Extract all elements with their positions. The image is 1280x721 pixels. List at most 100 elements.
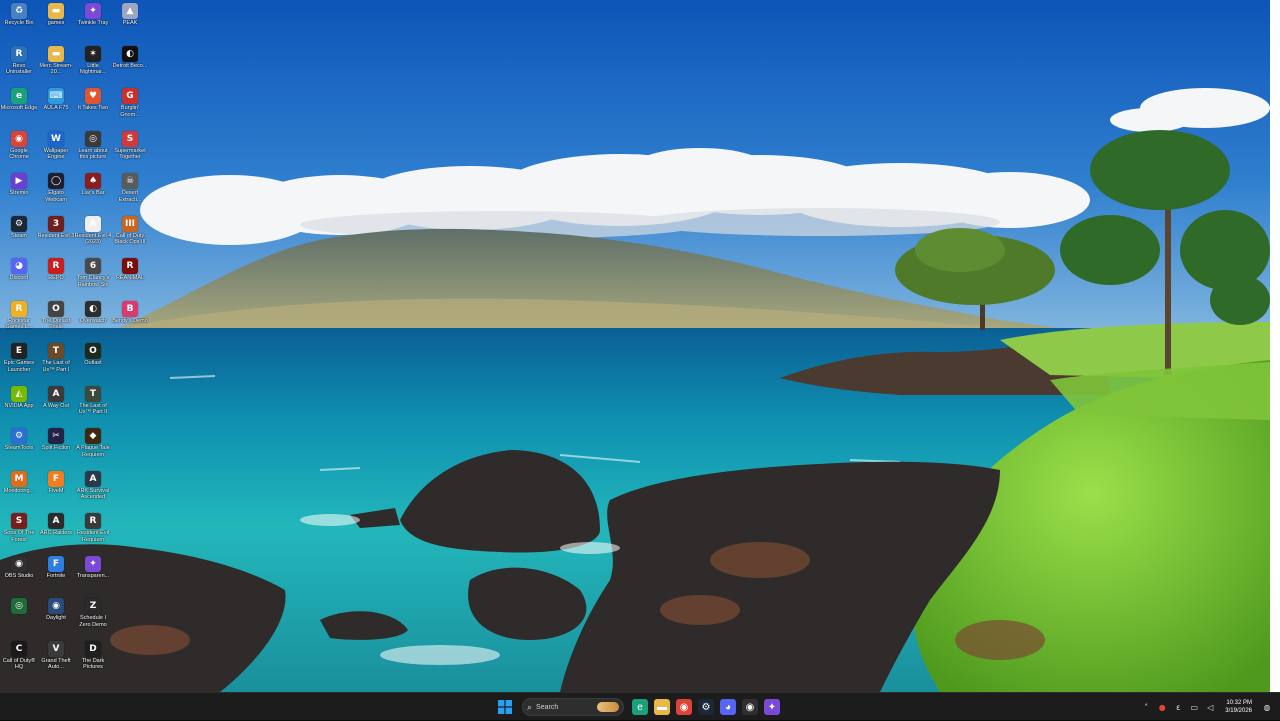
desktop-icon[interactable]: ✦ Transparen... <box>74 553 112 595</box>
elgato-webcam-icon: ◯ <box>48 173 64 189</box>
desktop-icon[interactable]: ♥ It Takes Two <box>74 85 112 127</box>
desktop-icon[interactable]: ◐ Detroit Beco... <box>111 43 149 85</box>
desktop-icon[interactable]: ◯ Elgato Webcam <box>37 170 75 212</box>
desktop-icon[interactable]: ◐ Overwatch <box>74 298 112 340</box>
taskbar-edge-icon[interactable]: e <box>632 699 648 715</box>
desktop-icon[interactable]: C Call of Duty® HQ <box>0 638 38 680</box>
clock-time: 10:32 PM <box>1226 700 1252 706</box>
desktop-icon-label: OBS Studio <box>4 572 34 579</box>
desktop-icon[interactable]: ♠ Liar's Bar <box>74 170 112 212</box>
desktop-icon[interactable]: III Call of Duty Black Ops III <box>111 213 149 255</box>
rockstar-icon: R <box>11 300 27 317</box>
desktop-icon[interactable]: S Sons Of The Forest <box>0 510 38 552</box>
desktop-icon[interactable]: T The Last of Us™ Part II <box>74 383 112 425</box>
desktop-icon[interactable]: ⚙ Steam <box>0 213 38 255</box>
resident-evil-requiem-icon: R <box>85 513 101 529</box>
desktop-icon-label: Resident Evil 4 (2023) <box>74 232 112 246</box>
desktop-icon[interactable]: T The Last of Us™ Part I <box>37 340 75 382</box>
desktop-icon[interactable]: G Burglin' Gnom... <box>111 85 149 127</box>
notification-bell-icon[interactable]: ◍ <box>1262 703 1272 712</box>
desktop-icon[interactable]: AA Way Out <box>37 383 75 425</box>
reanimal-icon: R <box>122 258 138 274</box>
desktop-icon[interactable]: ☠ Desert Extracti... <box>111 170 149 212</box>
desktop-icon[interactable]: 6 Tom Clancy's Rainbow Six <box>74 255 112 297</box>
desktop-icon[interactable]: A ARK Survival Ascended <box>74 468 112 510</box>
desktop-icon[interactable]: ◭ NVIDIA App <box>0 383 38 425</box>
desktop-icon-label: A Plague Tale Requiem <box>76 445 110 458</box>
desktop-icon-label: Call of Duty® HQ <box>2 657 36 671</box>
desktop-icon[interactable]: R REANIMAL <box>111 255 149 297</box>
desktop-icon[interactable]: ▶ Stremio <box>0 170 38 212</box>
desktop-icon[interactable]: ◕ Discord <box>0 255 38 297</box>
rainbow-six-icon: 6 <box>85 258 101 274</box>
desktop-icon[interactable]: ⚙ SteamTools <box>0 425 38 467</box>
desktop-icon[interactable]: ⌨ AULA F75 <box>37 85 75 127</box>
desktop-icon-label: Wallpaper Engine <box>43 147 69 161</box>
cod-bo3-icon: III <box>122 215 138 232</box>
desktop-icon[interactable]: ✂ Split Fiction <box>37 425 75 467</box>
start-button[interactable] <box>496 699 514 715</box>
desktop-icon[interactable]: ◉ Google Chrome <box>0 128 38 170</box>
desktop-icon[interactable]: B Bendy's Demo <box>111 298 149 340</box>
stremio-icon: ▶ <box>11 173 27 189</box>
desktop-icon[interactable]: ▲ PEAK <box>111 0 149 42</box>
learn-picture-icon: ◎ <box>85 130 101 147</box>
desktop-icon[interactable]: E Epic Games Launcher <box>0 340 38 382</box>
taskbar-steam-icon[interactable]: ⚙ <box>698 699 714 715</box>
desktop-icon[interactable]: 3 Resident Evil 3 <box>37 213 75 255</box>
language-icon[interactable]: ε <box>1173 703 1183 712</box>
taskbar-search-box[interactable]: ⌕ Search <box>522 698 624 716</box>
detroit-icon: ◐ <box>122 45 138 62</box>
desktop-icon[interactable]: ◎ <box>0 595 38 637</box>
search-placeholder: Search <box>536 703 559 711</box>
taskbar-chrome-icon[interactable]: ◉ <box>676 699 692 715</box>
desktop-icon[interactable]: ◉ Daylight <box>37 595 75 637</box>
desktop-icon-label: Learn about this picture <box>78 147 108 161</box>
desktop-icon[interactable]: F Fortnite <box>37 553 75 595</box>
cod-hq-icon: C <box>11 640 27 657</box>
desktop-icon[interactable]: V Grand Theft Auto... <box>37 638 75 680</box>
clock[interactable]: 10:32 PM 3/19/2026 <box>1225 699 1252 715</box>
taskbar-twinkle-tray-icon[interactable]: ✦ <box>764 699 780 715</box>
microphone-icon[interactable]: ● <box>1157 703 1167 712</box>
desktop-icon[interactable]: M Monitoring... <box>0 468 38 510</box>
taskbar-obs-icon[interactable]: ◉ <box>742 699 758 715</box>
desktop-icon[interactable]: W Wallpaper Engine <box>37 128 75 170</box>
desktop-icon[interactable]: ◎ Learn about this picture <box>74 128 112 170</box>
taskbar-discord-icon[interactable]: ◕ <box>720 699 736 715</box>
desktop-icon[interactable]: ◆ A Plague Tale Requiem <box>74 425 112 467</box>
desktop-icon[interactable]: O The Outlast Trials <box>37 298 75 340</box>
taskbar-file-explorer-icon[interactable]: ▬ <box>654 699 670 715</box>
network-icon[interactable]: ▭ <box>1189 703 1199 712</box>
desktop-icon-label: ARC Raiders <box>39 530 73 536</box>
desktop-icon[interactable]: Z Schedule I Zero Demo <box>74 595 112 637</box>
desktop-icon[interactable]: F FiveM <box>37 468 75 510</box>
desktop-icon[interactable]: ◉ OBS Studio <box>0 553 38 595</box>
desktop-icon-label: Transparen... <box>76 572 110 579</box>
desktop-icon[interactable]: ♻ Recycle Bin <box>0 0 38 42</box>
bendy-demo-icon: B <box>122 300 138 317</box>
desktop-icon-label: Stremio <box>9 190 29 196</box>
desktop-icon[interactable]: A Resident Evil 4 (2023) <box>74 213 112 255</box>
desktop-icon-label: Supermarket Together <box>114 147 146 161</box>
desktop-icon-label: The Dark Pictures <box>81 657 105 671</box>
desktop-icon[interactable]: S Supermarket Together <box>111 128 149 170</box>
desktop-icon[interactable]: R Rockstar Games L... <box>0 298 38 340</box>
desktop-icon[interactable]: ▬ games <box>37 0 75 42</box>
desktop-icon[interactable]: O Outlast <box>74 340 112 382</box>
desktop-icon[interactable]: ▬ Merc Stream-20... <box>37 43 75 85</box>
desktop-icon-label: Resident Evil Requiem <box>76 530 110 543</box>
desktop-icon[interactable]: A ARC Raiders <box>37 510 75 552</box>
desktop-icon[interactable]: ✦ Twinkle Tray <box>74 0 112 42</box>
desktop-icon[interactable]: ✶ Little Nightmar... <box>74 43 112 85</box>
volume-icon[interactable]: ◁ <box>1205 703 1215 712</box>
desktop-icon[interactable]: R REPO <box>37 255 75 297</box>
aula-icon: ⌨ <box>48 88 64 104</box>
desktop-icon[interactable]: R Resident Evil Requiem <box>74 510 112 552</box>
chevron-up-icon[interactable]: ˄ <box>1141 703 1151 712</box>
revo-uninstaller-icon: R <box>11 45 27 62</box>
desktop-icon[interactable]: D The Dark Pictures <box>74 638 112 680</box>
desktop-icon[interactable]: R Revo Uninstaller <box>0 43 38 85</box>
desktop-icon-label: Bendy's Demo <box>112 317 148 324</box>
desktop-icon[interactable]: e Microsoft Edge <box>0 85 38 127</box>
